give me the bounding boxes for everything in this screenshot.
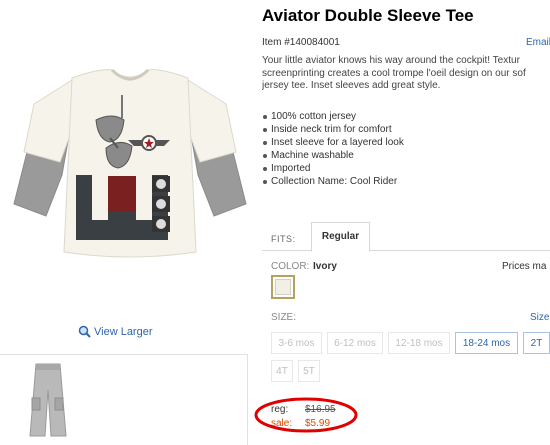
color-swatch-ivory[interactable] — [271, 275, 295, 299]
description-line: screenprinting creates a cool trompe l'o… — [262, 67, 526, 79]
color-value: Ivory — [313, 261, 337, 272]
size-option[interactable]: 4T — [271, 360, 293, 382]
description-line: Your little aviator knows his way around… — [262, 55, 520, 66]
thumbnail-pants-image[interactable] — [22, 360, 72, 440]
size-option[interactable]: 12-18 mos — [388, 332, 450, 354]
description-line: jersey tee. Inset sleeves add great styl… — [262, 80, 441, 91]
feature-item: 100% cotton jersey — [262, 110, 550, 123]
product-description: Your little aviator knows his way around… — [262, 55, 550, 93]
feature-item: Imported — [262, 162, 550, 175]
feature-list: 100% cotton jersey Inside neck trim for … — [262, 110, 550, 188]
feature-item: Machine washable — [262, 149, 550, 162]
prices-note: Prices ma — [502, 261, 547, 272]
magnifier-icon — [78, 325, 91, 338]
product-main-image[interactable] — [0, 0, 260, 318]
size-option[interactable]: 5T — [298, 360, 320, 382]
tab-regular-fit[interactable]: Regular — [311, 222, 370, 252]
product-title: Aviator Double Sleeve Tee — [262, 6, 474, 25]
size-option[interactable]: 3-6 mos — [271, 332, 322, 354]
color-label: COLOR: — [271, 261, 310, 272]
item-number: Item #140084001 — [262, 37, 340, 48]
gauges-print — [152, 176, 170, 232]
view-larger-link[interactable]: View Larger — [78, 325, 153, 338]
price-highlight-circle — [254, 397, 358, 433]
fits-label: FITS: — [271, 234, 296, 244]
size-chart-link[interactable]: Size — [530, 312, 549, 323]
size-label: SIZE: — [271, 312, 297, 323]
feature-item: Inset sleeve for a layered look — [262, 136, 550, 149]
feature-item: Inside neck trim for comfort — [262, 123, 550, 136]
feature-item: Collection Name: Cool Rider — [262, 175, 550, 188]
tab-divider — [262, 250, 550, 251]
size-option[interactable]: 18-24 mos — [455, 332, 518, 354]
swatch-fill — [275, 279, 291, 295]
email-link[interactable]: Email — [526, 37, 550, 48]
size-option[interactable]: 6-12 mos — [327, 332, 383, 354]
size-option[interactable]: 2T — [523, 332, 550, 354]
view-larger-label: View Larger — [94, 325, 153, 338]
